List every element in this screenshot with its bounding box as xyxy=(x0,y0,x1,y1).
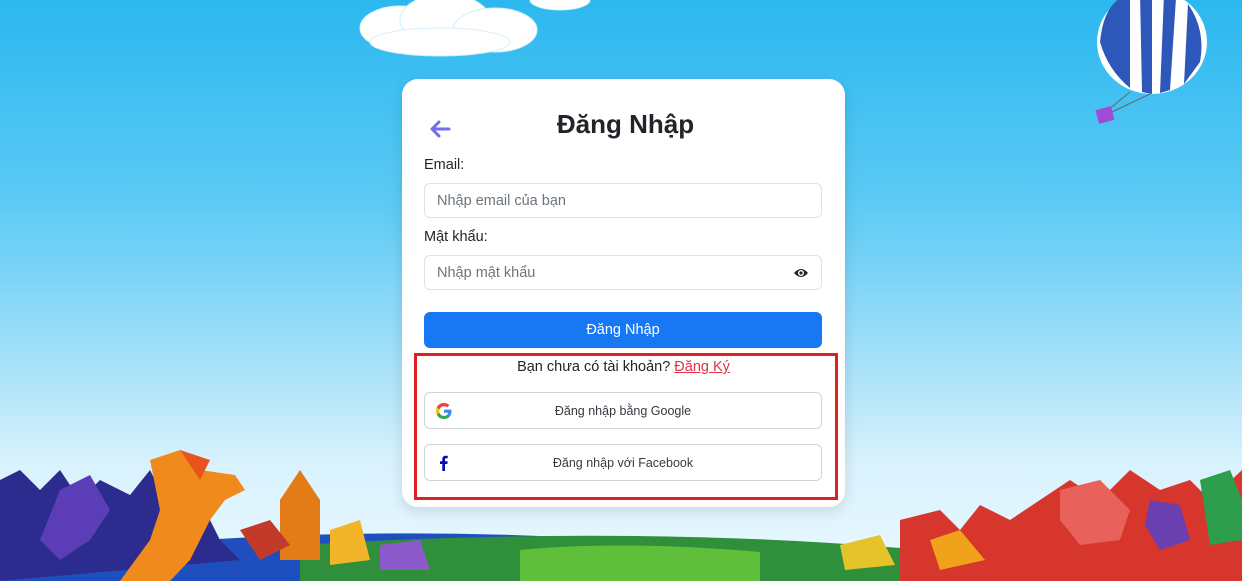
password-label: Mật khẩu: xyxy=(424,229,488,245)
google-button-label: Đăng nhập bằng Google xyxy=(554,403,692,418)
password-field-wrapper xyxy=(424,255,822,290)
login-card: Đăng Nhập Email: Mật khẩu: Đăng Nhập Bạn… xyxy=(402,79,845,507)
signup-prompt: Bạn chưa có tài khoản? Đăng Ký xyxy=(402,359,845,375)
facebook-button-label: Đăng nhập với Facebook xyxy=(552,455,694,470)
cloud-decoration xyxy=(359,0,591,57)
eye-icon[interactable] xyxy=(793,266,809,280)
left-silhouettes xyxy=(0,450,430,581)
google-login-button[interactable]: Đăng nhập bằng Google xyxy=(424,392,822,429)
google-icon xyxy=(436,403,452,419)
login-button[interactable]: Đăng Nhập xyxy=(424,312,822,348)
page-title: Đăng Nhập xyxy=(556,109,695,139)
signup-link[interactable]: Đăng Ký xyxy=(674,359,730,375)
password-field[interactable] xyxy=(425,256,821,289)
email-field[interactable] xyxy=(425,184,821,217)
right-silhouettes xyxy=(840,470,1242,581)
balloon-decoration xyxy=(1095,0,1207,124)
no-account-text: Bạn chưa có tài khoản? xyxy=(517,359,671,375)
email-field-wrapper xyxy=(424,183,822,218)
facebook-login-button[interactable]: Đăng nhập với Facebook xyxy=(424,444,822,481)
facebook-icon xyxy=(440,455,448,471)
email-label: Email: xyxy=(424,157,465,173)
